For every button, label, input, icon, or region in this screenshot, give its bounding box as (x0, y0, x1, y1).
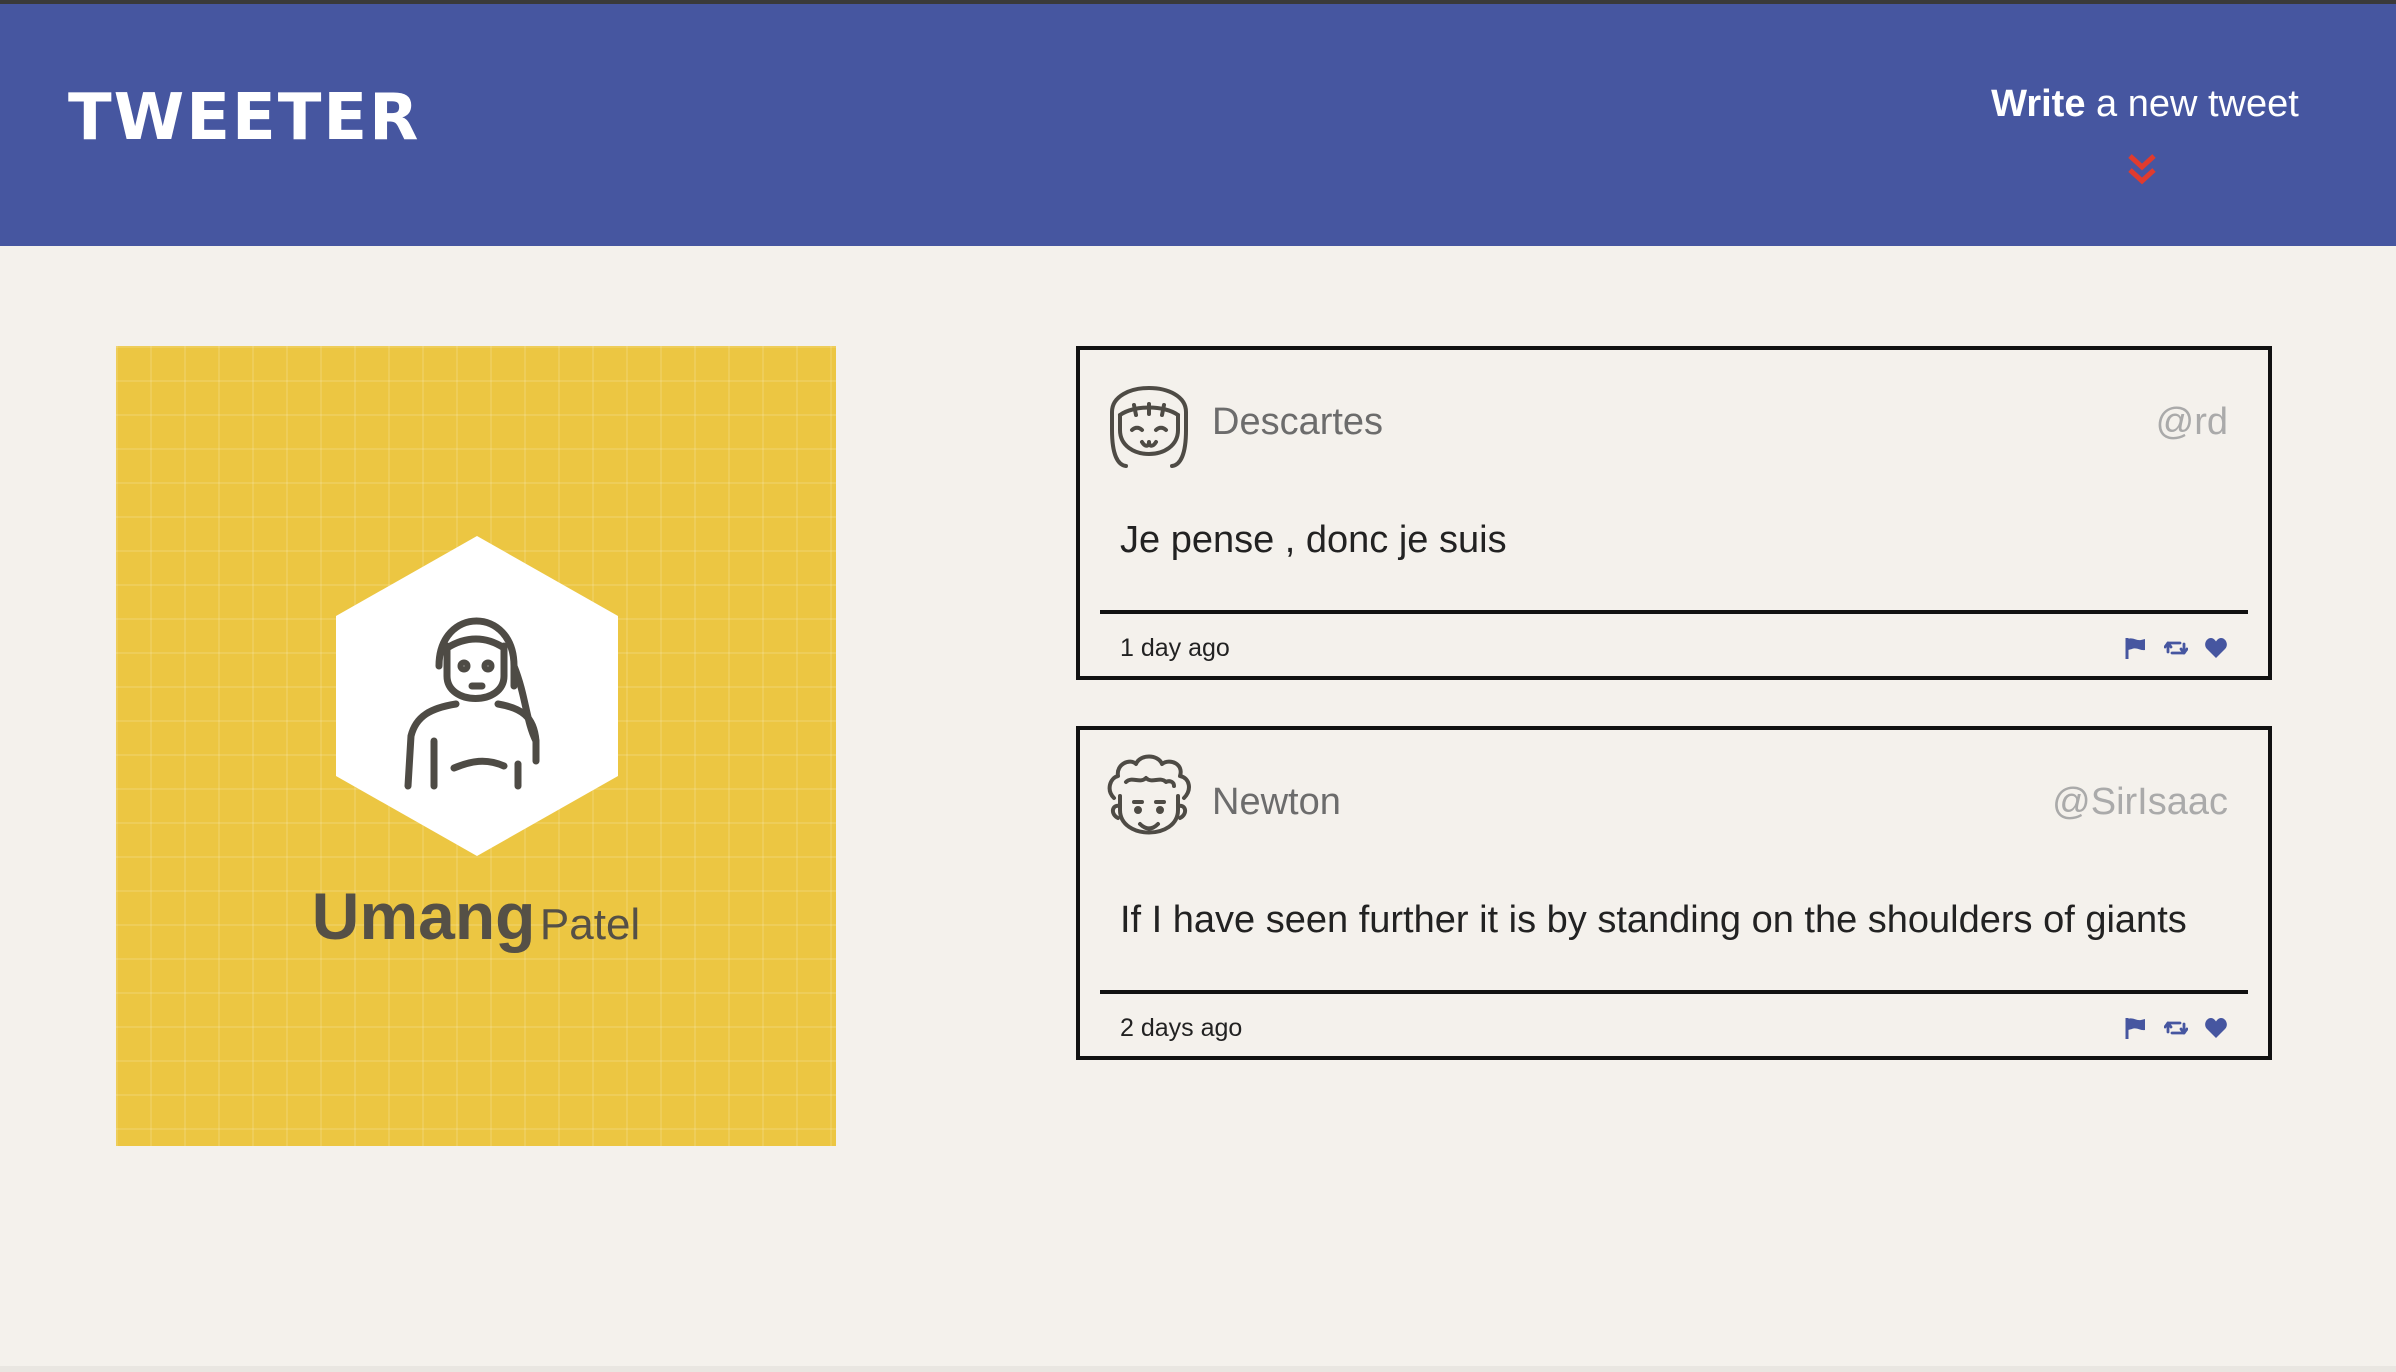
profile-first-name: Umang (311, 879, 536, 953)
tweet-actions (2124, 1012, 2228, 1044)
top-navbar: TWEETER Write a new tweet (0, 4, 2396, 246)
tweet-author-name: Newton (1212, 781, 1341, 823)
double-chevron-down-icon[interactable] (2127, 152, 2157, 186)
tweet-actions (2124, 632, 2228, 664)
profile-avatar (336, 536, 618, 856)
tweet-divider (1100, 610, 2248, 614)
tweet-divider (1100, 990, 2248, 994)
girl-avatar-icon (336, 536, 618, 856)
tweet-content: Je pense , donc je suis (1120, 519, 1507, 561)
retweet-icon[interactable] (2164, 636, 2188, 660)
curly-hair-face-icon (1107, 754, 1191, 835)
profile-card: Umang Patel (116, 346, 836, 1146)
tweet-author-handle[interactable]: @rd (2156, 398, 2228, 446)
tweet-timestamp: 2 days ago (1120, 1014, 1243, 1042)
girl-face-icon (1110, 386, 1188, 468)
tweet-timestamp: 1 day ago (1120, 634, 1230, 662)
logo: TWEETER (68, 81, 421, 155)
compose-tweet-button[interactable]: Write a new tweet (1990, 78, 2300, 130)
flag-icon[interactable] (2124, 636, 2148, 660)
page-bottom-edge (0, 1366, 2396, 1372)
heart-icon[interactable] (2204, 636, 2228, 660)
tweet-author-name: Descartes (1212, 401, 1384, 443)
compose-bold-label: Write (1991, 83, 2086, 125)
flag-icon[interactable] (2124, 1016, 2148, 1040)
retweet-icon[interactable] (2164, 1016, 2188, 1040)
profile-name: Umang Patel (116, 876, 836, 975)
heart-icon[interactable] (2204, 1016, 2228, 1040)
tweet-card: Newton @SirIsaac If I have seen further … (1076, 726, 2272, 1060)
tweet-content: If I have seen further it is by standing… (1120, 899, 2187, 941)
tweet-card: Descartes @rd Je pense , donc je suis 1 … (1076, 346, 2272, 680)
compose-label: a new tweet (2085, 83, 2299, 125)
tweet-author-handle[interactable]: @SirIsaac (2052, 778, 2228, 826)
profile-last-name: Patel (539, 900, 641, 949)
